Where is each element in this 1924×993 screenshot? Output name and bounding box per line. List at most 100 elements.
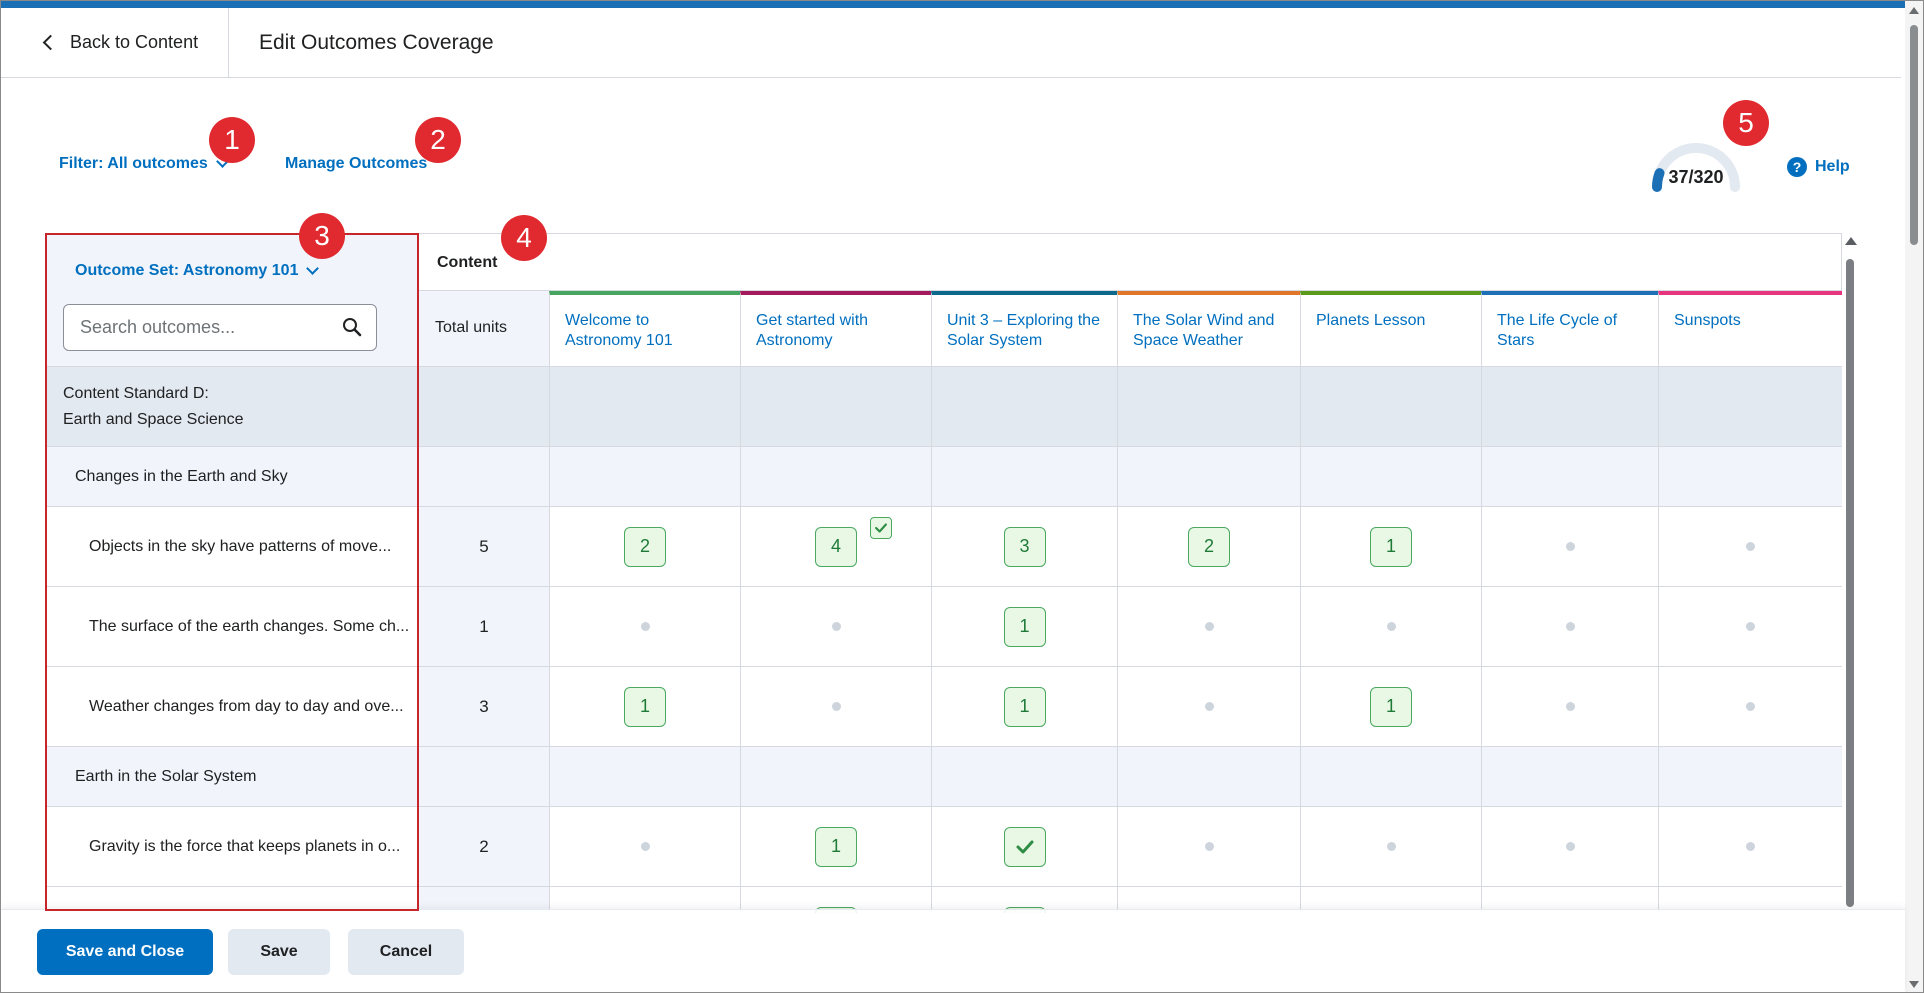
coverage-count-chip[interactable]: 1	[1003, 686, 1046, 727]
coverage-cell[interactable]	[1481, 667, 1658, 746]
cancel-button[interactable]: Cancel	[348, 929, 464, 975]
coverage-cell	[740, 747, 931, 806]
coverage-cell[interactable]	[1481, 587, 1658, 666]
window-scrollbar[interactable]	[1905, 1, 1923, 992]
coverage-cell[interactable]: 1	[549, 667, 740, 746]
coverage-meter-text: 37/320	[1668, 167, 1724, 187]
help-link[interactable]: ? Help	[1787, 157, 1850, 177]
coverage-cell[interactable]	[931, 807, 1117, 886]
total-units-cell: 2	[419, 807, 549, 886]
coverage-cell[interactable]: 4	[740, 507, 931, 586]
outcome-label: Weather changes from day to day and ove.…	[89, 697, 404, 715]
coverage-count-chip[interactable]: 1	[624, 686, 666, 727]
column-header[interactable]: Sunspots	[1658, 291, 1842, 367]
coverage-cell[interactable]: 2	[1117, 507, 1300, 586]
empty-coverage-dot	[1386, 622, 1396, 631]
page-header: Back to Content Edit Outcomes Coverage	[1, 8, 1901, 78]
content-header: Content	[419, 234, 1842, 290]
coverage-count-chip[interactable]: 3	[1003, 526, 1046, 567]
coverage-cell[interactable]	[1300, 587, 1481, 666]
coverage-cell[interactable]	[549, 587, 740, 666]
coverage-cell[interactable]	[1658, 587, 1842, 666]
coverage-check-chip[interactable]	[1003, 826, 1046, 867]
chevron-left-icon	[42, 34, 59, 51]
coverage-cell[interactable]: 1	[931, 587, 1117, 666]
callout-badge-1: 1	[209, 117, 255, 163]
coverage-cell[interactable]: 2	[549, 507, 740, 586]
outcome-label: Objects in the sky have patterns of move…	[89, 537, 392, 555]
help-icon: ?	[1787, 157, 1807, 177]
scroll-up-icon[interactable]	[1845, 237, 1857, 245]
column-header[interactable]: Planets Lesson	[1300, 291, 1481, 367]
coverage-cell	[740, 367, 931, 446]
total-units-cell: 5	[419, 507, 549, 586]
search-outcomes-box	[63, 304, 377, 351]
column-header[interactable]: The Life Cycle of Stars	[1481, 291, 1658, 367]
coverage-cell[interactable]	[1481, 507, 1658, 586]
coverage-cell	[1481, 447, 1658, 506]
coverage-cell[interactable]	[1300, 807, 1481, 886]
coverage-cell[interactable]: 1	[931, 667, 1117, 746]
standard-label-line: Earth and Space Science	[63, 410, 244, 428]
coverage-cell[interactable]	[1117, 587, 1300, 666]
outcome-label: Gravity is the force that keeps planets …	[89, 837, 401, 855]
coverage-cell[interactable]	[740, 587, 931, 666]
search-outcomes-input[interactable]	[80, 317, 330, 338]
column-header[interactable]: The Solar Wind and Space Weather	[1117, 291, 1300, 367]
coverage-cell[interactable]: 3	[931, 507, 1117, 586]
search-icon[interactable]	[342, 317, 362, 337]
coverage-count-chip[interactable]: 1	[1003, 606, 1046, 647]
coverage-cell[interactable]	[549, 807, 740, 886]
filter-bar: Filter: All outcomes Manage Outcomes	[59, 154, 427, 173]
coverage-count-chip[interactable]: 1	[1370, 686, 1412, 727]
coverage-cell	[1117, 447, 1300, 506]
window-scroll-up-icon[interactable]	[1909, 7, 1919, 14]
coverage-cell[interactable]	[1658, 667, 1842, 746]
manage-outcomes-link[interactable]: Manage Outcomes	[285, 155, 427, 173]
coverage-cell[interactable]: 1	[1300, 507, 1481, 586]
empty-coverage-dot	[1746, 542, 1755, 551]
chevron-down-icon	[306, 261, 320, 275]
coverage-cell[interactable]	[740, 667, 931, 746]
coverage-count-chip[interactable]: 1	[1370, 526, 1412, 567]
footer-bar: Save and Close Save Cancel	[1, 909, 1905, 992]
coverage-cell[interactable]	[1658, 807, 1842, 886]
coverage-cell[interactable]: 1	[740, 807, 931, 886]
grid-scroll-thumb[interactable]	[1846, 259, 1854, 907]
column-header-row: Total units Welcome to Astronomy 101 Get …	[419, 290, 1842, 367]
outcome-set-dropdown[interactable]: Outcome Set: Astronomy 101	[75, 261, 320, 280]
back-to-content-link[interactable]: Back to Content	[1, 8, 229, 77]
window-scroll-thumb[interactable]	[1910, 25, 1918, 245]
column-header[interactable]: Get started with Astronomy	[740, 291, 931, 367]
coverage-cell	[931, 747, 1117, 806]
outcome-row: Objects in the sky have patterns of move…	[45, 506, 1842, 586]
callout-badge-4: 4	[501, 215, 547, 261]
empty-coverage-dot	[1746, 702, 1755, 711]
window-scroll-down-icon[interactable]	[1909, 981, 1919, 988]
coverage-cell	[1481, 747, 1658, 806]
coverage-count-chip[interactable]: 4	[815, 526, 857, 567]
outcome-label: The surface of the earth changes. Some c…	[89, 617, 410, 635]
coverage-cell[interactable]	[1481, 807, 1658, 886]
coverage-count-chip[interactable]: 2	[1188, 526, 1230, 567]
coverage-cell[interactable]	[1658, 507, 1842, 586]
coverage-cell	[1658, 367, 1842, 446]
coverage-cell[interactable]	[1117, 807, 1300, 886]
coverage-cell[interactable]: 1	[1300, 667, 1481, 746]
aligned-check-icon[interactable]	[870, 517, 892, 539]
total-units-cell	[419, 447, 549, 506]
total-units-cell	[419, 747, 549, 806]
coverage-cell	[1658, 447, 1842, 506]
column-header[interactable]: Welcome to Astronomy 101	[549, 291, 740, 367]
standard-row: Content Standard D: Earth and Space Scien…	[45, 366, 1842, 446]
empty-coverage-dot	[1565, 842, 1575, 851]
coverage-count-chip[interactable]: 1	[815, 826, 857, 867]
grid-scrollbar[interactable]	[1845, 237, 1857, 907]
filter-dropdown[interactable]: Filter: All outcomes	[59, 154, 229, 173]
save-and-close-button[interactable]: Save and Close	[37, 929, 213, 975]
coverage-cell[interactable]	[1117, 667, 1300, 746]
coverage-count-chip[interactable]: 2	[624, 526, 666, 567]
empty-coverage-dot	[640, 842, 650, 851]
column-header[interactable]: Unit 3 – Exploring the Solar System	[931, 291, 1117, 367]
save-button[interactable]: Save	[228, 929, 330, 975]
